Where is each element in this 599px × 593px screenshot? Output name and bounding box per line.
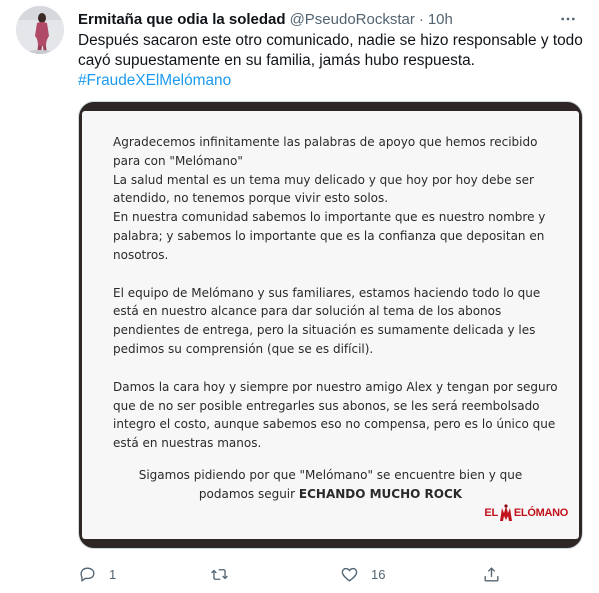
- statement-document: Agradecemos infinitamente las palabras d…: [82, 111, 579, 539]
- statement-line: El equipo de Melómano y sus familiares, …: [113, 285, 541, 300]
- author-name[interactable]: Ermitaña que odia la soledad: [78, 11, 286, 28]
- reply-button[interactable]: 1: [78, 562, 116, 586]
- statement-line: Agradecemos infinitamente las palabras d…: [113, 135, 538, 149]
- like-count: 16: [371, 566, 386, 582]
- hashtag-link[interactable]: #FraudeXElMelómano: [78, 71, 583, 91]
- tweet-text: Después sacaron este otro comunicado, na…: [78, 31, 583, 91]
- statement-paragraph-3: Damos la cara hoy y siempre por nuestro …: [113, 378, 563, 453]
- statement-paragraph-2: El equipo de Melómano y sus familiares, …: [113, 284, 563, 359]
- reply-icon: [80, 566, 95, 582]
- logo-text-elomano: ELÓMANO: [513, 507, 568, 519]
- avatar[interactable]: [16, 6, 64, 54]
- retweet-button[interactable]: [210, 562, 241, 586]
- statement-line: para con "Melómano": [113, 153, 243, 168]
- more-options-button[interactable]: [557, 8, 579, 30]
- logo-figure-icon: [499, 504, 512, 521]
- more-icon: [561, 17, 575, 21]
- tweet-text-line-1: Después sacaron este otro comunicado, na…: [78, 32, 583, 49]
- share-button[interactable]: [482, 562, 501, 586]
- melomano-logo: EL ELÓMANO: [484, 504, 568, 522]
- retweet-icon: [211, 568, 228, 580]
- statement-paragraph-1: Agradecemos infinitamente las palabras d…: [113, 133, 563, 265]
- attached-image[interactable]: Agradecemos infinitamente las palabras d…: [78, 101, 583, 549]
- statement-line: palabra; y sabemos lo importante que es …: [113, 228, 545, 243]
- closing-line-2: podamos seguir ECHANDO MUCHO ROCK: [82, 485, 579, 504]
- statement-closing: Sigamos pidiendo por que "Melómano" se e…: [82, 466, 579, 504]
- closing-line-2-text: podamos seguir: [198, 487, 299, 501]
- avatar-image: [16, 6, 64, 54]
- tweet-time[interactable]: 10h: [428, 11, 453, 28]
- share-icon: [484, 566, 499, 582]
- statement-line: nosotros.: [113, 247, 169, 262]
- author-handle[interactable]: @PseudoRockstar: [290, 11, 415, 28]
- closing-line-1: Sigamos pidiendo por que "Melómano" se e…: [138, 468, 523, 482]
- logo-text-el: EL: [484, 507, 498, 519]
- reply-count: 1: [109, 566, 117, 582]
- statement-line: En nuestra comunidad sabemos lo importan…: [113, 210, 546, 225]
- separator-dot: ·: [418, 10, 424, 28]
- tweet-header: Ermitaña que odia la soledad @PseudoRock…: [78, 8, 585, 30]
- statement-line: integro el costo, aunque sabemos eso no …: [113, 417, 556, 432]
- tweet-text-line-2: cayó supuestamente en su familia, jamás …: [78, 52, 475, 69]
- statement-line: está en nuestro alcance para dar solució…: [113, 304, 502, 319]
- statement-line: que de no ser posible entregarles sus ab…: [113, 398, 540, 413]
- tweet-actions: 1 16: [78, 562, 583, 586]
- statement-body: Agradecemos infinitamente las palabras d…: [113, 133, 563, 472]
- like-icon: [341, 567, 358, 582]
- statement-line: pendientes de entrega, pero la situación…: [113, 323, 536, 338]
- statement-line: Damos la cara hoy y siempre por nuestro …: [113, 379, 558, 394]
- statement-line: está en nuestras manos.: [113, 436, 262, 451]
- statement-line: La salud mental es un tema muy delicado …: [113, 172, 534, 187]
- like-button[interactable]: 16: [340, 562, 385, 586]
- closing-slogan: ECHANDO MUCHO ROCK: [298, 487, 463, 501]
- statement-line: atendido, no tenemos porque vivir esto s…: [113, 191, 389, 206]
- statement-line: pedimos su comprensión (que se es difíci…: [113, 341, 374, 356]
